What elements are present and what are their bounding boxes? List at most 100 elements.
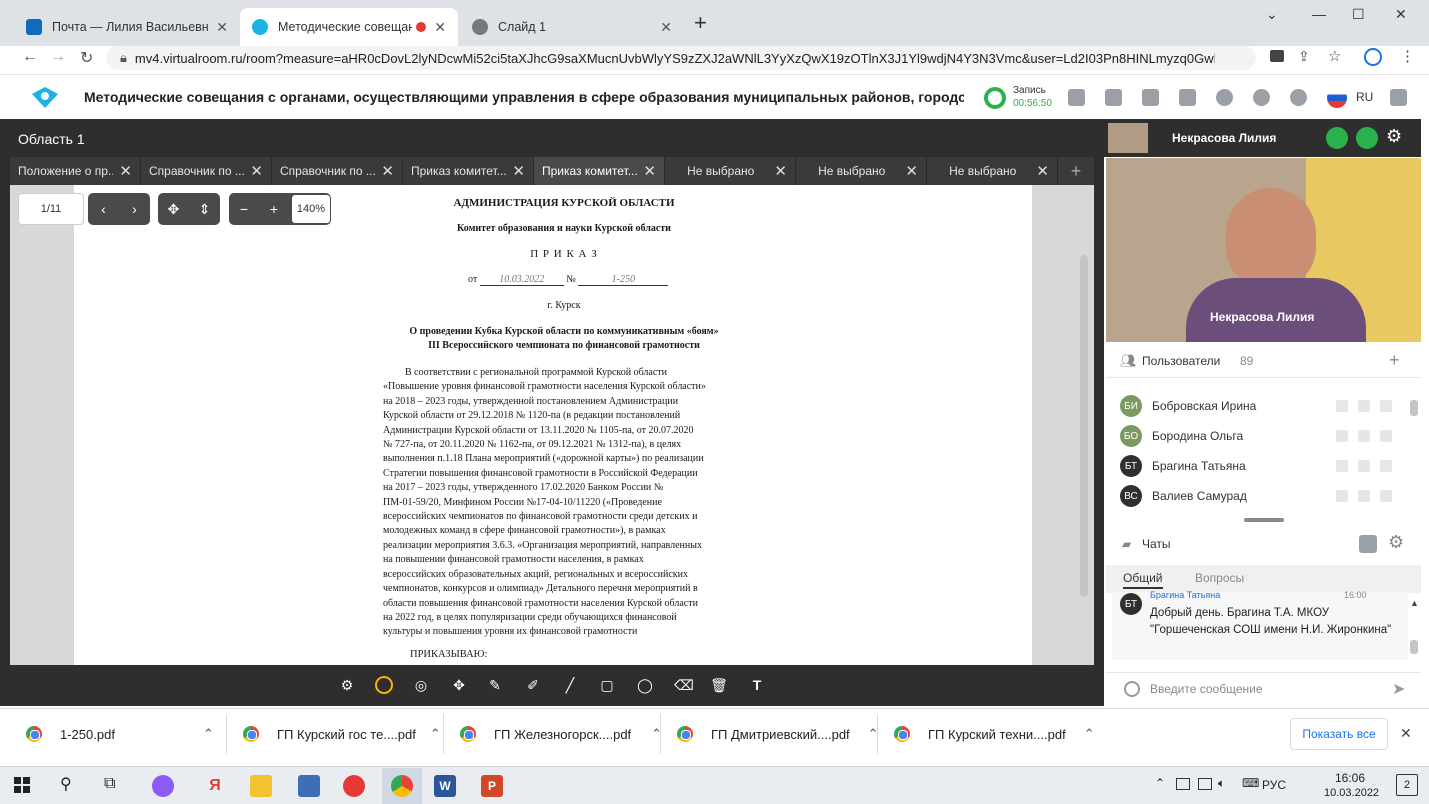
camera-icon[interactable] — [1358, 400, 1370, 412]
language-indicator[interactable]: РУС — [1262, 778, 1286, 792]
chevron-up-icon[interactable]: ⌃ — [430, 726, 441, 742]
close-icon[interactable]: ✕ — [434, 19, 446, 36]
camera-icon[interactable] — [1270, 50, 1284, 62]
document-scrollbar[interactable] — [1080, 255, 1088, 597]
keyboard-icon[interactable]: ⌨ — [1242, 776, 1259, 790]
layout-icon[interactable] — [1068, 89, 1085, 106]
clock-date[interactable]: 10.03.2022 — [1324, 787, 1379, 799]
user-settings-icon[interactable] — [1216, 89, 1233, 106]
resize-handle[interactable] — [1244, 518, 1284, 522]
folder-icon[interactable] — [1179, 89, 1196, 106]
page-indicator[interactable]: 1/11 — [18, 193, 84, 225]
zoom-out-icon[interactable]: − — [229, 201, 259, 217]
share-icon[interactable]: ⇪ — [1298, 48, 1310, 65]
camera-icon[interactable] — [1356, 127, 1378, 149]
list-item[interactable]: ВС Валиев Самурад — [1120, 481, 1247, 511]
maximize-button[interactable]: ☐ — [1352, 6, 1365, 23]
camera-icon[interactable] — [1358, 430, 1370, 442]
task-view-icon[interactable]: ⧉ — [104, 775, 115, 793]
download-item[interactable]: ГП Курский гос те....pdf ⌃ — [243, 726, 441, 742]
fit-page-icon[interactable]: ⇕ — [189, 201, 220, 218]
close-icon[interactable]: ✕ — [774, 162, 787, 180]
trash-icon[interactable]: 🗑︎ — [710, 676, 728, 694]
download-item[interactable]: 1-250.pdf ⌃ — [26, 726, 214, 742]
language-label[interactable]: RU — [1356, 90, 1373, 104]
file-explorer-icon[interactable] — [250, 775, 272, 797]
display-icon[interactable] — [1198, 778, 1212, 790]
download-item[interactable]: ГП Дмитриевский....pdf ⌃ — [677, 726, 879, 742]
microphone-icon[interactable] — [1336, 430, 1348, 442]
microphone-icon[interactable] — [1336, 460, 1348, 472]
show-all-button[interactable]: Показать все — [1290, 718, 1388, 750]
screen-share-icon[interactable] — [1105, 89, 1122, 106]
minimize-button[interactable]: — — [1312, 6, 1326, 22]
screen-share-icon[interactable] — [1380, 430, 1392, 442]
browser-tab-slide[interactable]: Слайд 1 ✕ — [460, 8, 684, 46]
marker-icon[interactable]: ✐ — [524, 676, 542, 694]
notification-center-icon[interactable]: 2 — [1396, 774, 1418, 796]
new-tab-button[interactable]: + — [694, 10, 707, 36]
clock-time[interactable]: 16:06 — [1335, 771, 1365, 785]
camera-icon[interactable] — [1358, 460, 1370, 472]
zoom-in-icon[interactable]: + — [259, 201, 289, 217]
close-icon[interactable]: ✕ — [381, 162, 394, 180]
chevron-up-icon[interactable]: ⌃ — [203, 726, 214, 742]
volume-icon[interactable]: 🔈︎ — [1218, 776, 1225, 791]
chevron-up-icon[interactable]: ▲ — [1410, 598, 1419, 608]
yandex-browser-icon[interactable] — [343, 775, 365, 797]
doc-tab[interactable]: Приказ комитет... ✕ — [403, 157, 534, 185]
chat-settings-icon[interactable] — [1359, 535, 1377, 553]
powerpoint-icon[interactable]: P — [481, 775, 503, 797]
forward-icon[interactable]: → — [50, 48, 66, 66]
close-icon[interactable]: ✕ — [216, 19, 228, 36]
download-item[interactable]: ГП Железногорск....pdf ⌃ — [460, 726, 662, 742]
emoji-icon[interactable] — [1124, 681, 1140, 697]
zoom-level[interactable]: 140% — [292, 195, 330, 223]
document-icon[interactable] — [1142, 89, 1159, 106]
close-icon[interactable]: ✕ — [119, 162, 132, 180]
doc-tab[interactable]: Не выбрано ✕ — [796, 157, 927, 185]
send-icon[interactable]: ➤ — [1392, 679, 1405, 699]
browser-tab-mail[interactable]: Почта — Лилия Васильевна Не... ✕ — [14, 8, 240, 46]
list-item[interactable]: БО Бородина Ольга — [1120, 421, 1243, 451]
close-icon[interactable]: ✕ — [643, 162, 656, 180]
url-field[interactable]: 🔒︎ mv4.virtualroom.ru/room?measure=aHR0c… — [106, 46, 1256, 70]
chat-scrollbar[interactable] — [1410, 640, 1418, 654]
microphone-icon[interactable] — [1336, 490, 1348, 502]
doc-tab-active[interactable]: Приказ комитет... ✕ — [534, 157, 665, 185]
close-icon[interactable]: ✕ — [1400, 725, 1412, 742]
chevron-up-icon[interactable]: ⌃ — [1155, 776, 1165, 790]
pointer-icon[interactable]: ◎ — [412, 676, 430, 694]
eraser-icon[interactable]: ⌫ — [674, 676, 694, 694]
microphone-icon[interactable] — [1326, 127, 1348, 149]
search-icon[interactable]: ⚲ — [60, 774, 72, 794]
brush-icon[interactable]: ✎ — [486, 676, 504, 694]
network-icon[interactable] — [1176, 778, 1190, 790]
fit-width-icon[interactable]: ✥ — [158, 201, 189, 218]
gear-icon[interactable]: ⚙ — [338, 676, 356, 694]
menu-icon[interactable]: ⋮ — [1400, 47, 1415, 65]
info-icon[interactable] — [1253, 89, 1270, 106]
doc-tab[interactable]: Справочник по ... ✕ — [141, 157, 272, 185]
move-icon[interactable]: ✥ — [450, 676, 468, 694]
microphone-icon[interactable] — [1336, 400, 1348, 412]
chevron-left-icon[interactable]: ‹ — [88, 201, 119, 217]
line-icon[interactable]: ╱ — [561, 676, 579, 694]
extension-icon[interactable] — [1364, 48, 1382, 66]
reload-icon[interactable]: ↻ — [80, 48, 93, 68]
chevron-right-icon[interactable]: › — [119, 201, 150, 217]
message-input[interactable]: Введите сообщение — [1150, 682, 1263, 696]
screen-share-icon[interactable] — [1380, 460, 1392, 472]
doc-tab[interactable]: Справочник по ... ✕ — [272, 157, 403, 185]
text-tool-icon[interactable]: T — [748, 676, 766, 694]
rectangle-icon[interactable]: ▢ — [598, 676, 616, 694]
users-scrollbar[interactable] — [1410, 400, 1418, 416]
camera-icon[interactable] — [1358, 490, 1370, 502]
close-icon[interactable]: ✕ — [660, 19, 672, 36]
tab-general[interactable]: Общий — [1123, 571, 1163, 589]
gear-icon[interactable]: ⚙ — [1386, 126, 1402, 147]
bookmark-star-icon[interactable]: ☆ — [1328, 47, 1341, 65]
tab-search-icon[interactable]: ⌄ — [1266, 6, 1278, 23]
close-icon[interactable]: ✕ — [905, 162, 918, 180]
windows-start-icon[interactable] — [14, 777, 30, 793]
